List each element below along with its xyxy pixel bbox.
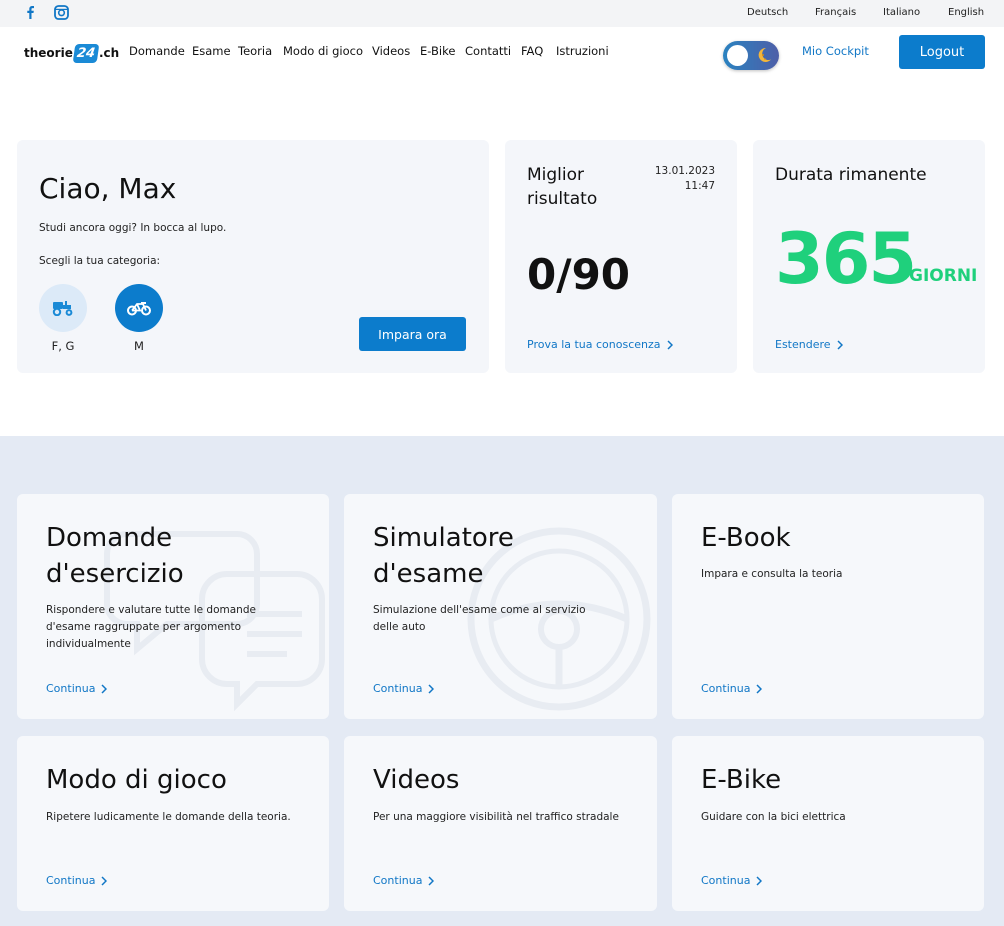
- nav-esame[interactable]: Esame: [192, 44, 231, 58]
- best-result-date: 13.01.2023: [654, 165, 715, 177]
- continue-label: Continua: [373, 682, 423, 695]
- remaining-days-value: 365: [775, 218, 917, 300]
- feature-card-videos[interactable]: Videos Per una maggiore visibilità nel t…: [344, 736, 657, 911]
- continue-label: Continua: [46, 682, 96, 695]
- nav-ebike[interactable]: E-Bike: [420, 44, 455, 58]
- continue-link[interactable]: Continua: [46, 874, 108, 887]
- chevron-right-icon: [837, 339, 843, 350]
- top-bar: Deutsch Français Italiano English: [0, 0, 1004, 27]
- test-knowledge-label: Prova la tua conoscenza: [527, 338, 661, 351]
- remaining-duration-card: Durata rimanente 365 GIORNI Estendere: [753, 140, 985, 373]
- feature-desc: Ripetere ludicamente le domande della te…: [46, 811, 291, 823]
- logo-text-right: .ch: [98, 46, 120, 60]
- continue-link[interactable]: Continua: [373, 682, 435, 695]
- feature-title: Domande d'esercizio: [46, 523, 184, 589]
- category-m-label: M: [134, 339, 144, 353]
- feature-desc: Rispondere e valutare tutte le domande d…: [46, 604, 256, 650]
- nav-videos[interactable]: Videos: [372, 44, 410, 58]
- best-result-time: 11:47: [684, 180, 715, 192]
- feature-desc: Guidare con la bici elettrica: [701, 811, 846, 823]
- continue-link[interactable]: Continua: [46, 682, 108, 695]
- feature-title: E-Bike: [701, 765, 782, 795]
- moped-icon: [127, 302, 151, 316]
- feature-card-practice-questions[interactable]: Domande d'esercizio Rispondere e valutar…: [17, 494, 329, 719]
- feature-card-exam-simulator[interactable]: Simulatore d'esame Simulazione dell'esam…: [344, 494, 657, 719]
- feature-title: Modo di gioco: [46, 765, 227, 795]
- dark-mode-toggle[interactable]: [723, 41, 779, 70]
- logo-badge: 24: [72, 43, 100, 63]
- extend-link[interactable]: Estendere: [775, 338, 843, 351]
- chevron-right-icon: [756, 875, 763, 886]
- nav-faq[interactable]: FAQ: [521, 44, 543, 58]
- category-fg-button[interactable]: [39, 284, 87, 332]
- continue-label: Continua: [373, 874, 423, 887]
- nav-modo-di-gioco[interactable]: Modo di gioco: [283, 44, 363, 58]
- my-cockpit-link[interactable]: Mio Cockpit: [802, 44, 869, 58]
- feature-card-ebike[interactable]: E-Bike Guidare con la bici elettrica Con…: [672, 736, 984, 911]
- remaining-title: Durata rimanente: [775, 165, 927, 185]
- welcome-card: Ciao, Max Studi ancora oggi? In bocca al…: [17, 140, 489, 373]
- extend-label: Estendere: [775, 338, 831, 351]
- site-logo[interactable]: theorie 24 .ch: [24, 39, 119, 67]
- nav-domande[interactable]: Domande: [129, 44, 185, 58]
- chevron-right-icon: [428, 683, 435, 694]
- main-header: theorie 24 .ch Domande Esame Teoria Modo d…: [0, 27, 1004, 83]
- toggle-knob: [727, 45, 748, 66]
- category-fg-label: F, G: [51, 339, 75, 353]
- chevron-right-icon: [101, 875, 108, 886]
- continue-link[interactable]: Continua: [701, 874, 763, 887]
- test-knowledge-link[interactable]: Prova la tua conoscenza: [527, 338, 673, 351]
- lang-deutsch[interactable]: Deutsch: [747, 7, 788, 18]
- continue-label: Continua: [701, 874, 751, 887]
- feature-card-game-mode[interactable]: Modo di gioco Ripetere ludicamente le do…: [17, 736, 329, 911]
- logout-button[interactable]: Logout: [899, 35, 985, 69]
- lang-english[interactable]: English: [948, 7, 984, 18]
- chevron-right-icon: [756, 683, 763, 694]
- feature-desc: Per una maggiore visibilità nel traffico…: [373, 811, 619, 823]
- feature-desc: Impara e consulta la teoria: [701, 568, 843, 580]
- continue-label: Continua: [46, 874, 96, 887]
- nav-teoria[interactable]: Teoria: [238, 44, 272, 58]
- chevron-right-icon: [667, 339, 673, 350]
- lang-italiano[interactable]: Italiano: [883, 7, 920, 18]
- lang-francais[interactable]: Français: [815, 7, 856, 18]
- learn-now-button[interactable]: Impara ora: [359, 317, 466, 351]
- remaining-days-unit: GIORNI: [909, 266, 978, 286]
- feature-title: Videos: [373, 765, 460, 795]
- best-result-score: 0/90: [527, 250, 631, 299]
- category-m-button[interactable]: [115, 284, 163, 332]
- best-result-title: Miglior risultato: [527, 165, 598, 209]
- moon-icon: [758, 47, 771, 62]
- best-result-timestamp: 13.01.2023 11:47: [655, 164, 715, 194]
- nav-istruzioni[interactable]: Istruzioni: [556, 44, 609, 58]
- nav-contatti[interactable]: Contatti: [465, 44, 511, 58]
- chevron-right-icon: [428, 875, 435, 886]
- greeting-title: Ciao, Max: [39, 172, 177, 205]
- best-result-card: Miglior risultato 13.01.2023 11:47 0/90 …: [505, 140, 737, 373]
- continue-label: Continua: [701, 682, 751, 695]
- feature-title: Simulatore d'esame: [373, 523, 514, 589]
- greeting-subtitle: Studi ancora oggi? In bocca al lupo.: [39, 222, 227, 234]
- logo-text-left: theorie: [24, 46, 73, 60]
- continue-link[interactable]: Continua: [373, 874, 435, 887]
- facebook-icon[interactable]: [22, 4, 38, 20]
- feature-desc: Simulazione dell'esame come al servizio …: [373, 604, 586, 633]
- chevron-right-icon: [101, 683, 108, 694]
- instagram-icon[interactable]: [53, 4, 69, 20]
- continue-link[interactable]: Continua: [701, 682, 763, 695]
- tractor-icon: [52, 301, 73, 316]
- feature-card-ebook[interactable]: E-Book Impara e consulta la teoria Conti…: [672, 494, 984, 719]
- feature-title: E-Book: [701, 523, 791, 553]
- category-label: Scegli la tua categoria:: [39, 255, 161, 267]
